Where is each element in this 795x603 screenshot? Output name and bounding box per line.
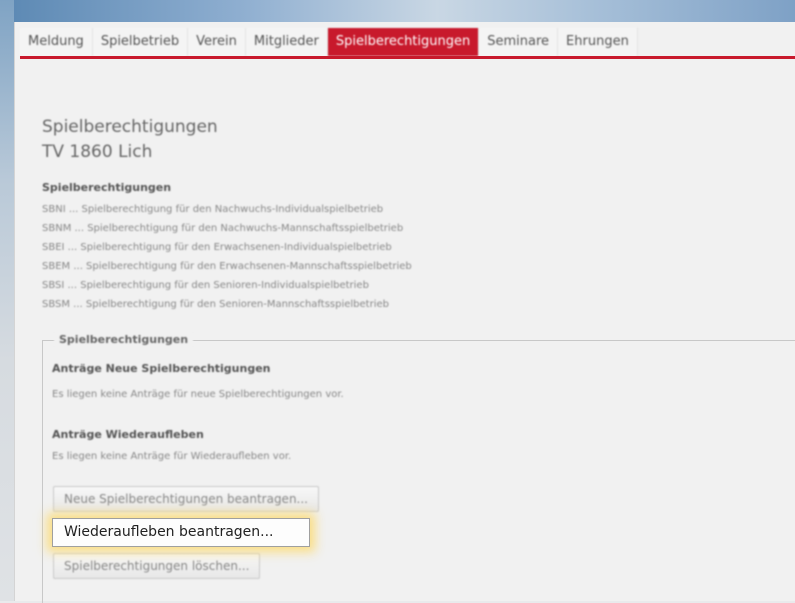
page-title: Spielberechtigungen bbox=[42, 117, 218, 137]
legend-item: SBEM ... Spielberechtigung für den Erwac… bbox=[42, 261, 412, 272]
tab-bar: Meldung Spielbetrieb Verein Mitglieder S… bbox=[20, 28, 638, 56]
tab-spielberechtigungen[interactable]: Spielberechtigungen bbox=[327, 28, 480, 56]
legend-heading: Spielberechtigungen bbox=[42, 181, 172, 194]
legend-item: SBNI ... Spielberechtigung für den Nachw… bbox=[42, 204, 384, 215]
tab-mitglieder[interactable]: Mitglieder bbox=[245, 28, 328, 56]
fieldset-legend: Spielberechtigungen bbox=[54, 333, 194, 346]
request-new-button[interactable]: Neue Spielberechtigungen beantragen... bbox=[53, 486, 319, 512]
background-edge bbox=[0, 0, 14, 601]
legend-item: SBSI ... Spielberechtigung für den Senio… bbox=[42, 280, 369, 291]
legend-list: SBNI ... Spielberechtigung für den Nachw… bbox=[42, 200, 412, 314]
revival-heading: Anträge Wiederaufleben bbox=[52, 428, 204, 441]
legend-item: SBEI ... Spielberechtigung für den Erwac… bbox=[42, 242, 392, 253]
club-name: TV 1860 Lich bbox=[42, 142, 153, 162]
tab-spielbetrieb[interactable]: Spielbetrieb bbox=[92, 28, 189, 56]
legend-item: SBSM ... Spielberechtigung für den Senio… bbox=[42, 299, 389, 310]
new-requests-text: Es liegen keine Anträge für neue Spielbe… bbox=[52, 389, 344, 400]
tab-verein[interactable]: Verein bbox=[188, 28, 246, 56]
legend-item: SBNM ... Spielberechtigung für den Nachw… bbox=[42, 223, 404, 234]
tab-underline bbox=[20, 56, 795, 59]
tab-seminare[interactable]: Seminare bbox=[479, 28, 559, 56]
request-revival-button[interactable]: Wiederaufleben beantragen... bbox=[52, 518, 310, 547]
tab-meldung[interactable]: Meldung bbox=[20, 28, 93, 56]
revival-text: Es liegen keine Anträge für Wiederaufleb… bbox=[52, 451, 292, 462]
new-requests-heading: Anträge Neue Spielberechtigungen bbox=[52, 362, 271, 375]
tab-ehrungen[interactable]: Ehrungen bbox=[558, 28, 638, 56]
delete-button[interactable]: Spielberechtigungen löschen... bbox=[53, 553, 261, 579]
